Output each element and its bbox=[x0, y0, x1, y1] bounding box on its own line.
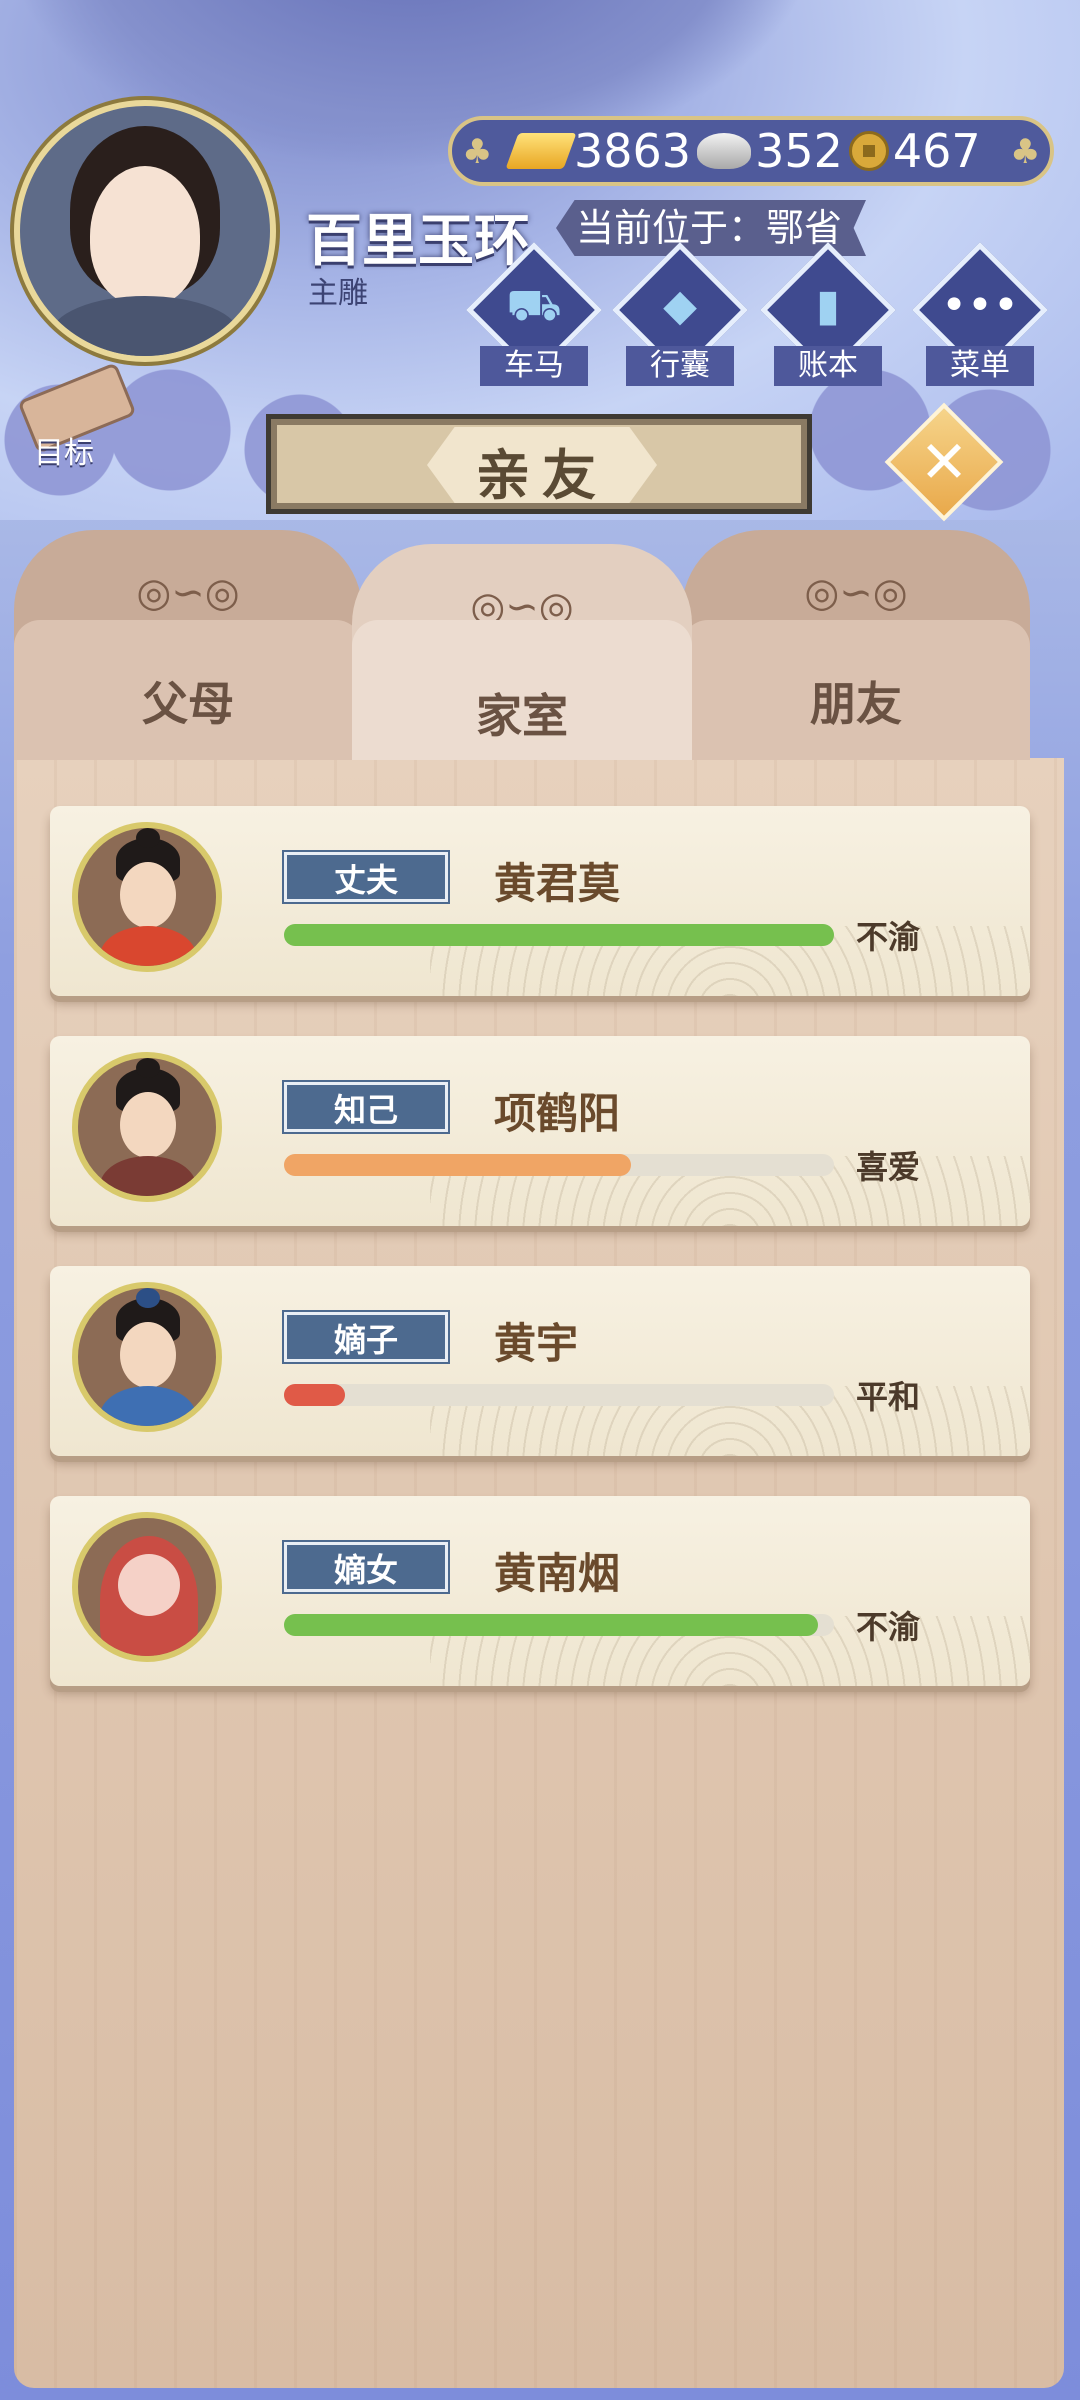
affinity-bar-fill bbox=[284, 1384, 345, 1406]
close-icon[interactable]: ✕ bbox=[902, 420, 986, 504]
carriage-icon: ⛟ bbox=[506, 280, 562, 331]
relation-badge: 知己 bbox=[282, 1080, 450, 1134]
member-card[interactable]: 嫡子 黄宇 平和 bbox=[50, 1266, 1030, 1456]
silver-counter: 352 bbox=[697, 124, 843, 178]
bamboo-icon: ♣ bbox=[462, 132, 493, 172]
bag-icon: ◆ bbox=[663, 280, 697, 331]
menu-label: 菜单 bbox=[926, 346, 1034, 386]
mood-label: 不渝 bbox=[856, 918, 921, 956]
gold-ingot-icon bbox=[505, 133, 577, 169]
mood-label: 喜爱 bbox=[856, 1148, 921, 1186]
carriage-button[interactable]: ⛟ 车马 bbox=[466, 242, 602, 386]
relation-badge: 嫡子 bbox=[282, 1310, 450, 1364]
bag-button[interactable]: ◆ 行囊 bbox=[612, 242, 748, 386]
silver-ingot-icon bbox=[697, 133, 752, 169]
tab-parents[interactable]: 父母 bbox=[14, 530, 362, 760]
member-portrait bbox=[72, 1052, 222, 1202]
ledger-label: 账本 bbox=[774, 346, 882, 386]
copper-value: 467 bbox=[892, 124, 981, 178]
member-name: 黄宇 bbox=[494, 1319, 579, 1368]
member-portrait bbox=[72, 822, 222, 972]
dialog-title: 亲友 bbox=[476, 444, 608, 507]
menu-button[interactable]: ••• 菜单 bbox=[912, 242, 1048, 386]
carriage-label: 车马 bbox=[480, 346, 588, 386]
gold-counter: 3863 bbox=[505, 124, 692, 178]
goal-button[interactable]: 目标 bbox=[14, 362, 137, 472]
relation-badge: 嫡女 bbox=[282, 1540, 450, 1594]
member-card[interactable]: 嫡女 黄南烟 不渝 bbox=[50, 1496, 1030, 1686]
copper-coin-icon bbox=[848, 131, 889, 171]
ledger-icon: ▮ bbox=[815, 280, 841, 331]
goal-label: 目标 bbox=[34, 436, 94, 471]
gold-value: 3863 bbox=[574, 124, 692, 178]
member-name: 项鹤阳 bbox=[494, 1089, 621, 1138]
mood-label: 平和 bbox=[856, 1378, 921, 1416]
member-card[interactable]: 丈夫 黄君莫 不渝 bbox=[50, 806, 1030, 996]
silver-value: 352 bbox=[755, 124, 843, 178]
ledger-button[interactable]: ▮ 账本 bbox=[760, 242, 896, 386]
tab-family[interactable]: 家室 bbox=[352, 530, 692, 760]
bamboo-icon: ♣ bbox=[1010, 132, 1041, 172]
player-avatar[interactable] bbox=[14, 100, 276, 362]
dialog-title-banner: 亲友 bbox=[266, 414, 812, 514]
member-portrait bbox=[72, 1512, 222, 1662]
affinity-bar-fill bbox=[284, 924, 834, 946]
affinity-bar bbox=[284, 924, 834, 946]
currency-bar: ♣ 3863 352 467 ♣ bbox=[448, 116, 1054, 186]
member-card[interactable]: 知己 项鹤阳 喜爱 bbox=[50, 1036, 1030, 1226]
player-title: 主雕 bbox=[308, 276, 368, 311]
tab-label: 父母 bbox=[142, 677, 234, 731]
location-label: 当前位于：鄂省 bbox=[556, 200, 866, 256]
affinity-bar-fill bbox=[284, 1154, 631, 1176]
member-name: 黄南烟 bbox=[494, 1549, 621, 1598]
tab-label: 朋友 bbox=[810, 677, 902, 731]
tab-label: 家室 bbox=[476, 689, 568, 743]
tab-friends[interactable]: 朋友 bbox=[682, 530, 1030, 760]
relation-badge: 丈夫 bbox=[282, 850, 450, 904]
member-portrait bbox=[72, 1282, 222, 1432]
affinity-bar bbox=[284, 1154, 834, 1176]
bag-label: 行囊 bbox=[626, 346, 734, 386]
member-name: 黄君莫 bbox=[494, 859, 621, 908]
affinity-bar-fill bbox=[284, 1614, 818, 1636]
copper-counter: 467 bbox=[848, 124, 981, 178]
mood-label: 不渝 bbox=[856, 1608, 921, 1646]
affinity-bar bbox=[284, 1614, 834, 1636]
more-icon: ••• bbox=[941, 280, 1019, 331]
affinity-bar bbox=[284, 1384, 834, 1406]
